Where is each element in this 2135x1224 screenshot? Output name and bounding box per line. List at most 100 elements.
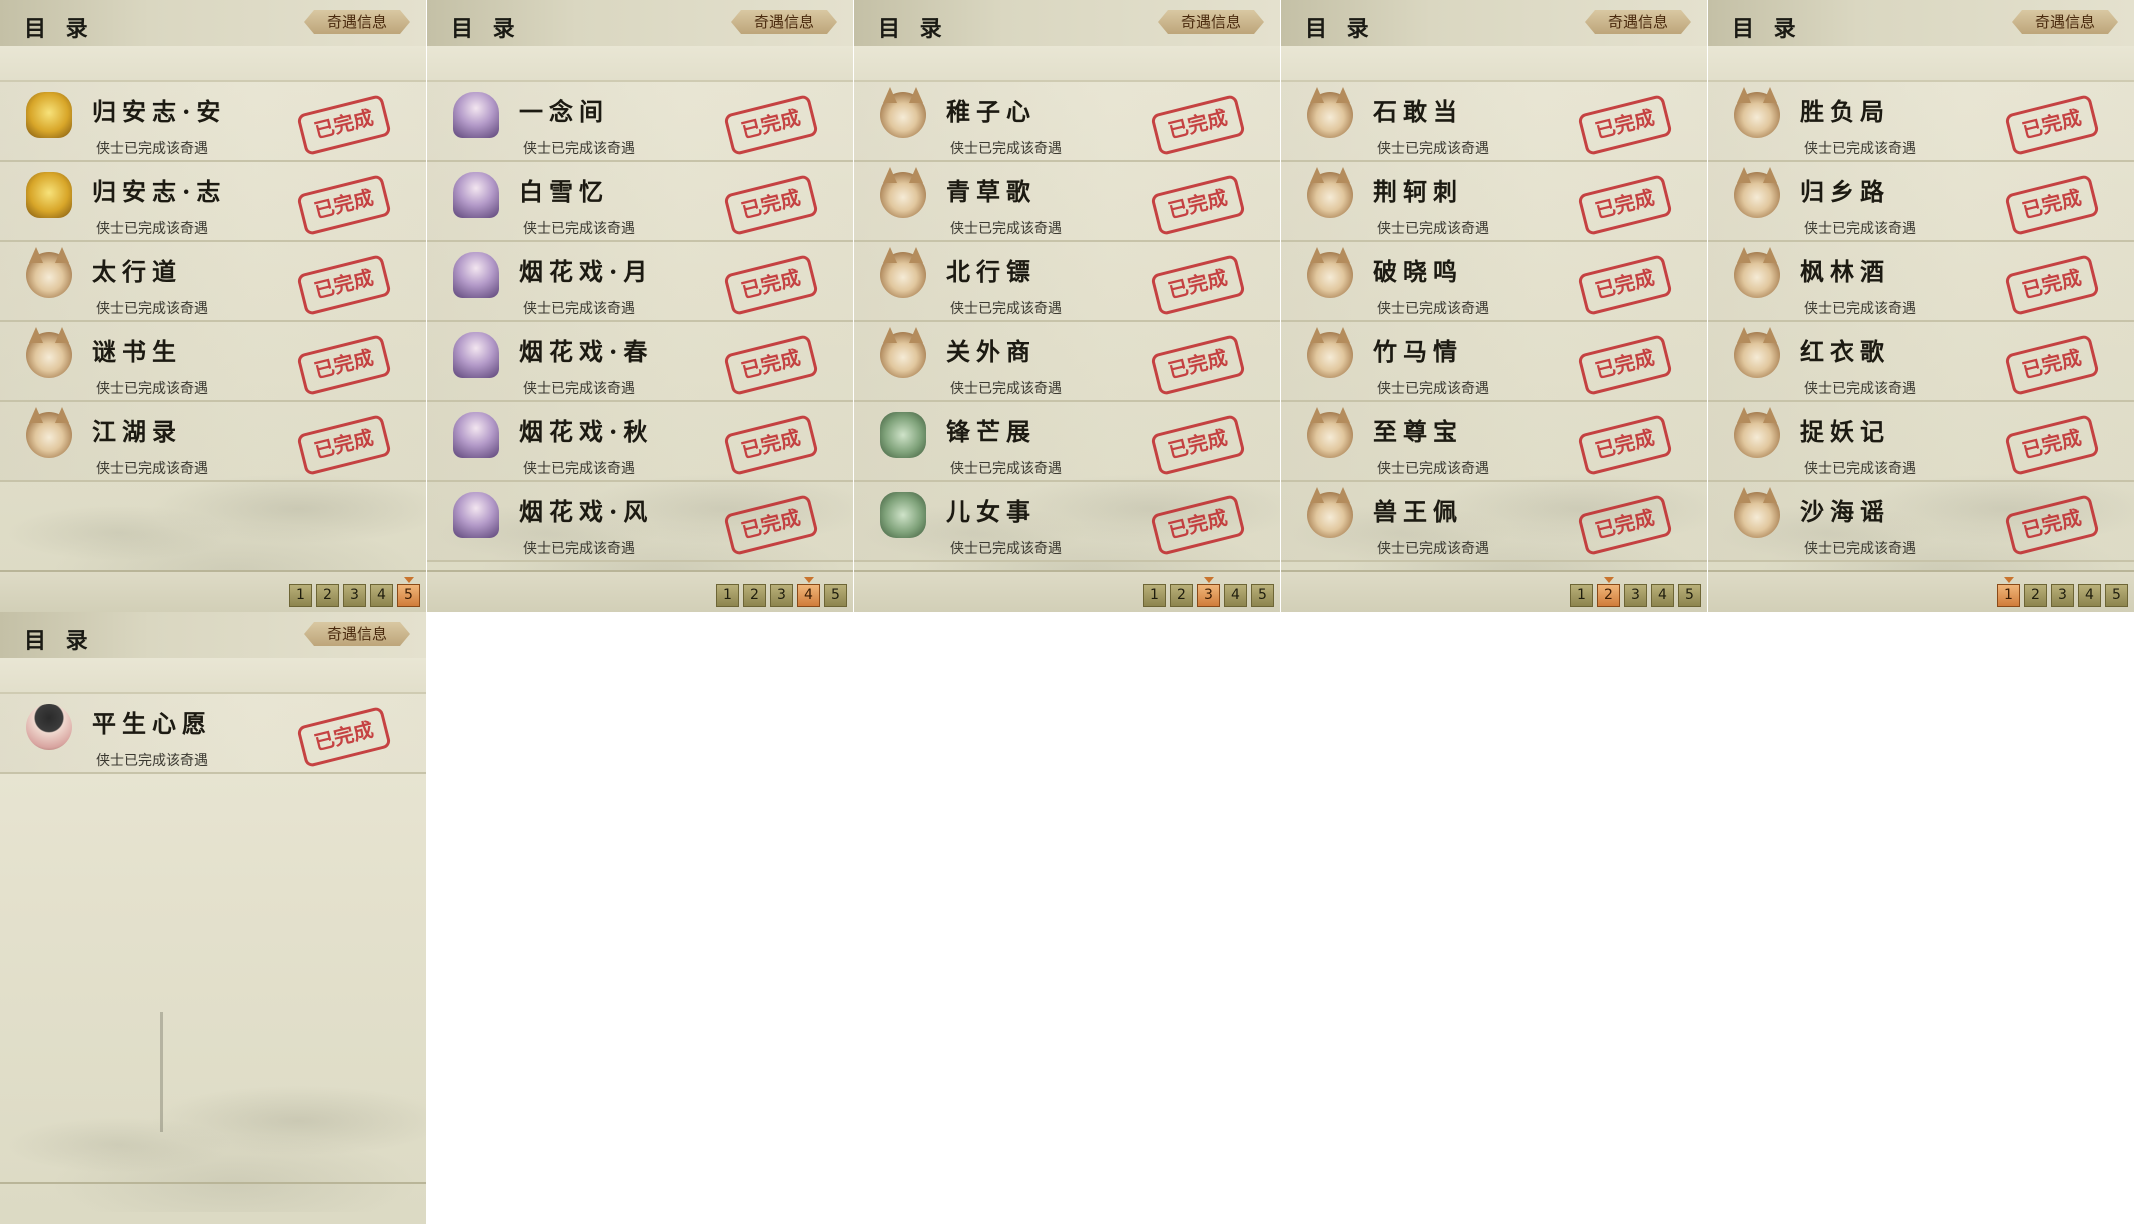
list-item[interactable]: 烟花戏·风 侠士已完成该奇遇 已完成 bbox=[427, 482, 853, 562]
cat-icon bbox=[26, 412, 72, 458]
list-item[interactable]: 烟花戏·月 侠士已完成该奇遇 已完成 bbox=[427, 242, 853, 322]
completed-stamp: 已完成 bbox=[2004, 333, 2100, 397]
catalog-title: 目 录 bbox=[451, 16, 521, 42]
list-item[interactable]: 北行镖 侠士已完成该奇遇 已完成 bbox=[854, 242, 1280, 322]
lady-icon bbox=[453, 172, 499, 218]
adventure-info-button[interactable]: 奇遇信息 bbox=[1585, 10, 1691, 34]
list-item[interactable]: 青草歌 侠士已完成该奇遇 已完成 bbox=[854, 162, 1280, 242]
list-item[interactable]: 稚子心 侠士已完成该奇遇 已完成 bbox=[854, 82, 1280, 162]
completion-status: 侠士已完成该奇遇 bbox=[1377, 221, 1489, 237]
adventure-name: 归乡路 bbox=[1800, 177, 1890, 206]
page-button[interactable]: 4 bbox=[370, 584, 393, 607]
list-item[interactable]: 枫林酒 侠士已完成该奇遇 已完成 bbox=[1708, 242, 2134, 322]
list-item[interactable]: 一念间 侠士已完成该奇遇 已完成 bbox=[427, 82, 853, 162]
completed-stamp: 已完成 bbox=[723, 93, 819, 157]
list-item[interactable]: 烟花戏·春 侠士已完成该奇遇 已完成 bbox=[427, 322, 853, 402]
page-button[interactable]: 1 bbox=[1143, 584, 1166, 607]
list-item[interactable]: 破晓鸣 侠士已完成该奇遇 已完成 bbox=[1281, 242, 1707, 322]
page-button[interactable]: 1 bbox=[716, 584, 739, 607]
catalog-title: 目 录 bbox=[1732, 16, 1802, 42]
cat-icon bbox=[1734, 252, 1780, 298]
completed-stamp: 已完成 bbox=[1577, 413, 1673, 477]
page-button[interactable]: 2 bbox=[1170, 584, 1193, 607]
page-button[interactable]: 2 bbox=[1597, 577, 1620, 607]
page-button[interactable]: 5 bbox=[1251, 584, 1274, 607]
completion-status: 侠士已完成该奇遇 bbox=[523, 461, 635, 477]
adventure-name: 归安志·安 bbox=[92, 97, 227, 126]
list-item[interactable]: 归乡路 侠士已完成该奇遇 已完成 bbox=[1708, 162, 2134, 242]
adventure-catalog-panel: 目 录奇遇信息 石敢当 侠士已完成该奇遇 已完成 荆轲刺 侠士已完成该奇遇 已完成 破晓鸣 侠士… bbox=[1281, 0, 1707, 612]
completed-stamp: 已完成 bbox=[1577, 333, 1673, 397]
adventure-name: 烟花戏·秋 bbox=[519, 417, 654, 446]
list-item[interactable]: 平生心愿 侠士已完成该奇遇 已完成 bbox=[0, 694, 426, 774]
list-item[interactable]: 胜负局 侠士已完成该奇遇 已完成 bbox=[1708, 82, 2134, 162]
list-item[interactable]: 红衣歌 侠士已完成该奇遇 已完成 bbox=[1708, 322, 2134, 402]
completed-stamp: 已完成 bbox=[1150, 493, 1246, 557]
list-item[interactable]: 太行道 侠士已完成该奇遇 已完成 bbox=[0, 242, 426, 322]
page-button[interactable]: 4 bbox=[1224, 584, 1247, 607]
list-item[interactable]: 至尊宝 侠士已完成该奇遇 已完成 bbox=[1281, 402, 1707, 482]
cat-icon bbox=[1307, 172, 1353, 218]
adventure-name: 破晓鸣 bbox=[1373, 257, 1463, 286]
list-item[interactable]: 兽王佩 侠士已完成该奇遇 已完成 bbox=[1281, 482, 1707, 562]
completion-status: 侠士已完成该奇遇 bbox=[950, 141, 1062, 157]
list-item[interactable]: 石敢当 侠士已完成该奇遇 已完成 bbox=[1281, 82, 1707, 162]
list-item[interactable]: 烟花戏·秋 侠士已完成该奇遇 已完成 bbox=[427, 402, 853, 482]
gold-statue-icon bbox=[26, 92, 72, 138]
list-top-band bbox=[854, 46, 1280, 82]
page-button[interactable]: 2 bbox=[743, 584, 766, 607]
page-button[interactable]: 3 bbox=[770, 584, 793, 607]
completion-status: 侠士已完成该奇遇 bbox=[950, 301, 1062, 317]
completion-status: 侠士已完成该奇遇 bbox=[1804, 301, 1916, 317]
cat-icon bbox=[880, 252, 926, 298]
page-button[interactable]: 3 bbox=[1197, 577, 1220, 607]
page-button[interactable]: 3 bbox=[343, 584, 366, 607]
list-item[interactable]: 荆轲刺 侠士已完成该奇遇 已完成 bbox=[1281, 162, 1707, 242]
page-button[interactable]: 5 bbox=[2105, 584, 2128, 607]
list-item[interactable]: 锋芒展 侠士已完成该奇遇 已完成 bbox=[854, 402, 1280, 482]
completed-stamp: 已完成 bbox=[1577, 173, 1673, 237]
cat-icon bbox=[1307, 492, 1353, 538]
page-button[interactable]: 5 bbox=[397, 577, 420, 607]
page-button[interactable]: 4 bbox=[2078, 584, 2101, 607]
list-item[interactable]: 儿女事 侠士已完成该奇遇 已完成 bbox=[854, 482, 1280, 562]
adventure-info-button[interactable]: 奇遇信息 bbox=[2012, 10, 2118, 34]
page-button[interactable]: 1 bbox=[289, 584, 312, 607]
list-item[interactable]: 竹马情 侠士已完成该奇遇 已完成 bbox=[1281, 322, 1707, 402]
page-button[interactable]: 4 bbox=[797, 577, 820, 607]
page-button[interactable]: 1 bbox=[1997, 577, 2020, 607]
page-button[interactable]: 3 bbox=[2051, 584, 2074, 607]
adventure-info-button[interactable]: 奇遇信息 bbox=[304, 10, 410, 34]
list-item[interactable]: 沙海谣 侠士已完成该奇遇 已完成 bbox=[1708, 482, 2134, 562]
page-button[interactable]: 2 bbox=[316, 584, 339, 607]
pagination-bar: 12345 bbox=[1281, 572, 1707, 612]
adventure-info-button[interactable]: 奇遇信息 bbox=[1158, 10, 1264, 34]
completion-status: 侠士已完成该奇遇 bbox=[1804, 221, 1916, 237]
list-item[interactable]: 白雪忆 侠士已完成该奇遇 已完成 bbox=[427, 162, 853, 242]
page-button[interactable]: 5 bbox=[1678, 584, 1701, 607]
list-item[interactable]: 江湖录 侠士已完成该奇遇 已完成 bbox=[0, 402, 426, 482]
page-button[interactable]: 2 bbox=[2024, 584, 2047, 607]
panel-header: 目 录 奇遇信息 bbox=[1708, 0, 2134, 46]
list-item[interactable]: 捉妖记 侠士已完成该奇遇 已完成 bbox=[1708, 402, 2134, 482]
list-item[interactable]: 归安志·志 侠士已完成该奇遇 已完成 bbox=[0, 162, 426, 242]
adventure-info-button[interactable]: 奇遇信息 bbox=[304, 622, 410, 646]
page-button[interactable]: 4 bbox=[1651, 584, 1674, 607]
page-button[interactable]: 3 bbox=[1624, 584, 1647, 607]
page-button[interactable]: 5 bbox=[824, 584, 847, 607]
adventure-info-button[interactable]: 奇遇信息 bbox=[731, 10, 837, 34]
adventure-name: 太行道 bbox=[92, 257, 182, 286]
pagination-bar: 12345 bbox=[0, 572, 426, 612]
adventure-name: 儿女事 bbox=[946, 497, 1036, 526]
completion-status: 侠士已完成该奇遇 bbox=[1377, 381, 1489, 397]
pagination: 12345 bbox=[1143, 577, 1274, 607]
completed-stamp: 已完成 bbox=[296, 413, 392, 477]
completed-stamp: 已完成 bbox=[296, 253, 392, 317]
list-item[interactable]: 谜书生 侠士已完成该奇遇 已完成 bbox=[0, 322, 426, 402]
completion-status: 侠士已完成该奇遇 bbox=[523, 541, 635, 557]
list-item[interactable]: 关外商 侠士已完成该奇遇 已完成 bbox=[854, 322, 1280, 402]
list-item[interactable]: 归安志·安 侠士已完成该奇遇 已完成 bbox=[0, 82, 426, 162]
pagination-bar: 12345 bbox=[427, 572, 853, 612]
page-button[interactable]: 1 bbox=[1570, 584, 1593, 607]
pagination-bar: 12345 bbox=[854, 572, 1280, 612]
